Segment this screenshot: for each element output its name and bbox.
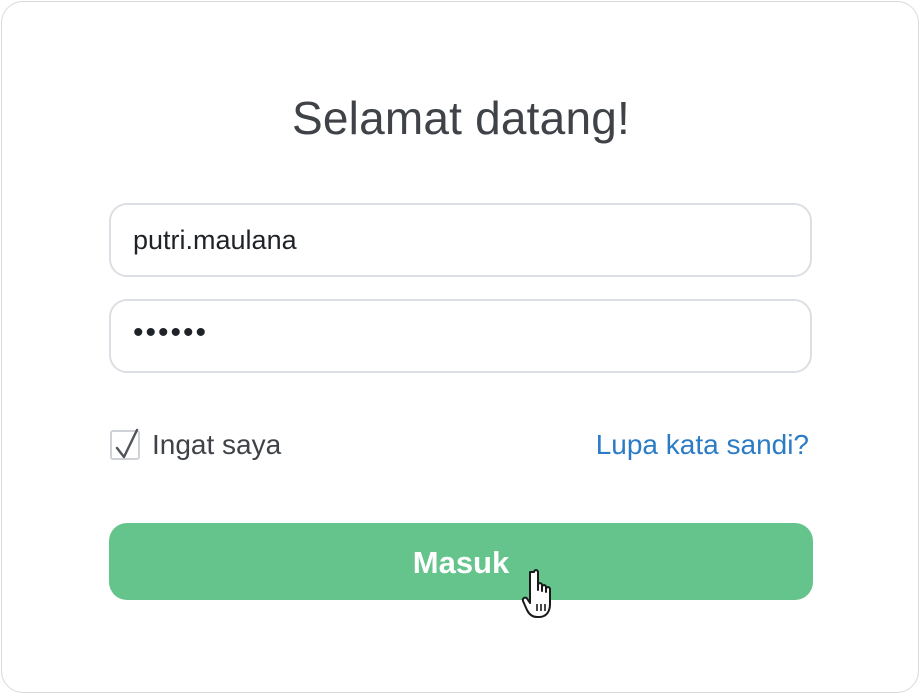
login-button[interactable]: Masuk [109, 523, 813, 600]
forgot-password-link[interactable]: Lupa kata sandi? [596, 427, 809, 463]
remember-me-label: Ingat saya [152, 429, 282, 460]
checkmark-icon [115, 428, 139, 459]
username-field[interactable]: putri.maulana [109, 203, 812, 277]
checkbox-box[interactable] [110, 428, 140, 460]
password-value: •••••• [133, 316, 209, 349]
page-title: Selamat datang! [291, 92, 630, 144]
hand-pointer-icon [521, 569, 551, 618]
login-card: Selamat datang! putri.maulana •••••• Ing… [1, 1, 919, 693]
password-field[interactable]: •••••• [109, 299, 812, 373]
remember-me-checkbox[interactable]: Ingat saya [110, 427, 281, 463]
username-value: putri.maulana [133, 224, 297, 255]
